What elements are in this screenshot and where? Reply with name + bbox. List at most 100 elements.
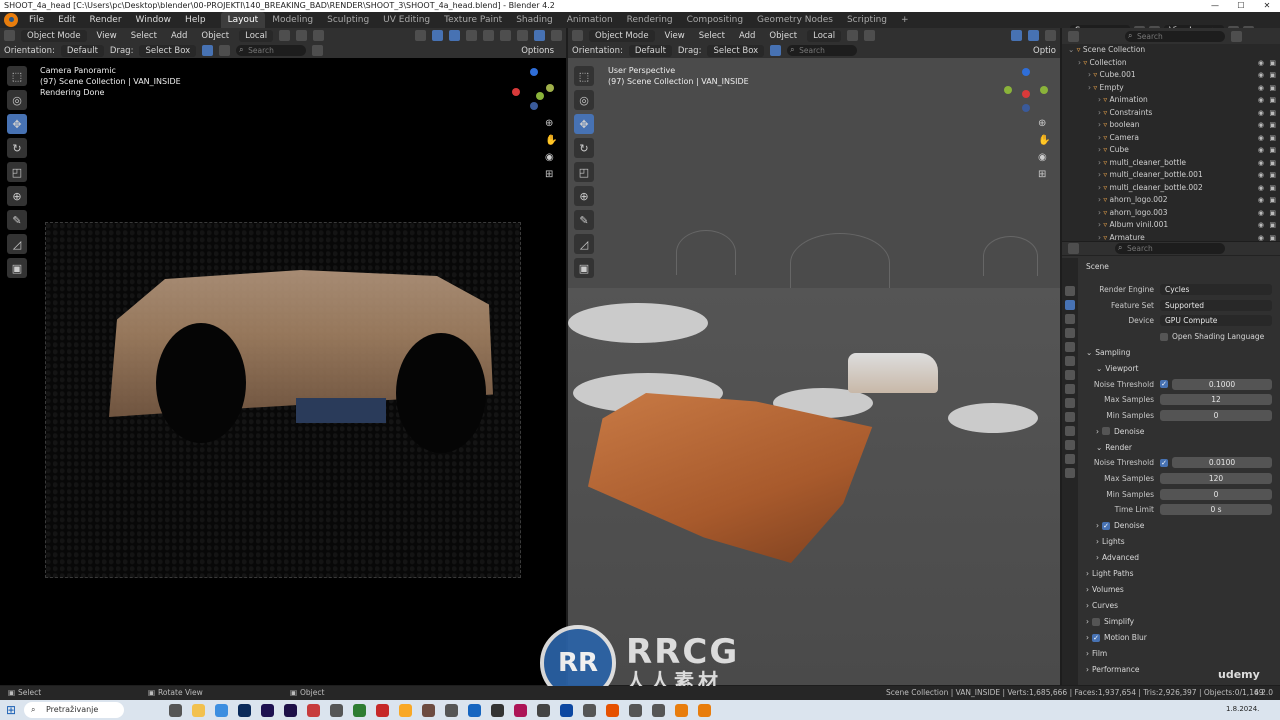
taskbar-app-13-icon[interactable] — [445, 703, 458, 717]
left-add-menu[interactable]: Add — [167, 31, 191, 41]
outliner-item[interactable]: ⌄ ▿ Scene Collection — [1062, 44, 1280, 57]
lights-subsection[interactable]: › Lights — [1080, 534, 1280, 550]
gizmo-x-icon[interactable] — [512, 88, 520, 96]
gizmo-z-icon[interactable] — [530, 68, 538, 76]
menu-file[interactable]: File — [22, 12, 51, 28]
r-min-samples-field[interactable]: 0 — [1160, 488, 1272, 500]
object-tab-icon[interactable] — [1065, 370, 1075, 380]
left-viewport-camera-render[interactable]: Camera Panoramic (97) Scene Collection |… — [0, 58, 566, 685]
material-tab-icon[interactable] — [1065, 454, 1075, 464]
right-mode-dropdown[interactable]: Object Mode — [589, 29, 655, 42]
right-select-mode-icon[interactable] — [770, 45, 782, 56]
curves-section[interactable]: › Curves — [1080, 598, 1280, 614]
maximize-icon[interactable]: ☐ — [1228, 0, 1254, 12]
outliner-item[interactable]: › ▿ Cube ◉ ▣ — [1062, 144, 1280, 157]
taskbar-app-9-icon[interactable] — [353, 703, 366, 717]
taskbar-app-8-icon[interactable] — [330, 703, 343, 717]
render-camera-icon[interactable]: ▣ — [1269, 94, 1276, 107]
select-mode-icon[interactable] — [202, 45, 214, 56]
data-tab-icon[interactable] — [1065, 440, 1075, 450]
left-view-menu[interactable]: View — [93, 31, 121, 41]
right-view-menu[interactable]: View — [661, 31, 689, 41]
menu-render[interactable]: Render — [83, 12, 129, 28]
annotate-tool-icon[interactable]: ✎ — [7, 210, 27, 230]
outliner-item[interactable]: › ▿ Album vinil.001 ◉ ▣ — [1062, 219, 1280, 232]
vp-noise-threshold-checkbox[interactable]: ✓ — [1160, 380, 1168, 389]
shading-material-icon[interactable] — [517, 30, 528, 41]
r-noise-threshold-field[interactable]: 0.0100 — [1172, 457, 1272, 469]
visibility-eye-icon[interactable]: ◉ — [1258, 132, 1264, 145]
render-subsection[interactable]: ⌄ Render — [1080, 439, 1280, 455]
tab-uv-editing[interactable]: UV Editing — [376, 12, 437, 28]
left-mode-dropdown[interactable]: Object Mode — [21, 29, 87, 42]
blender-taskbar-icon-2[interactable] — [698, 703, 711, 717]
outliner-item[interactable]: › ▿ ahorn_logo.003 ◉ ▣ — [1062, 207, 1280, 220]
right-drag-dropdown[interactable]: Select Box — [707, 44, 765, 57]
blender-logo-icon[interactable] — [4, 13, 18, 27]
sampling-section[interactable]: ⌄ Sampling — [1080, 344, 1280, 360]
render-camera-icon[interactable]: ▣ — [1269, 144, 1276, 157]
taskbar-search[interactable]: ⌕ Pretraživanje — [24, 702, 124, 718]
visibility-eye-icon[interactable]: ◉ — [1258, 144, 1264, 157]
render-engine-dropdown[interactable]: Cycles — [1160, 284, 1272, 296]
render-camera-icon[interactable]: ▣ — [1269, 219, 1276, 232]
camera-view-icon[interactable]: ◉ — [545, 152, 557, 163]
outliner-item[interactable]: › ▿ Animation ◉ ▣ — [1062, 94, 1280, 107]
device-dropdown[interactable]: GPU Compute — [1160, 315, 1272, 327]
visibility-eye-icon[interactable]: ◉ — [1258, 119, 1264, 132]
r-max-samples-field[interactable]: 120 — [1160, 473, 1272, 485]
taskbar-app-10-icon[interactable] — [376, 703, 389, 717]
right-annotate-tool-icon[interactable]: ✎ — [574, 210, 594, 230]
shading-wire-icon[interactable] — [483, 30, 494, 41]
render-camera-icon[interactable]: ▣ — [1269, 69, 1276, 82]
visibility-eye-icon[interactable]: ◉ — [1258, 207, 1264, 220]
right-options-button[interactable]: Optio — [1029, 46, 1060, 56]
particles-tab-icon[interactable] — [1065, 398, 1075, 408]
left-orientation-dropdown[interactable]: Default — [60, 44, 104, 57]
simplify-section[interactable]: › Simplify — [1080, 614, 1280, 630]
constraints-tab-icon[interactable] — [1065, 426, 1075, 436]
right-add-cube-tool-icon[interactable]: ▣ — [574, 258, 594, 278]
visibility-eye-icon[interactable]: ◉ — [1258, 94, 1264, 107]
shading-rendered-icon[interactable] — [534, 30, 545, 41]
tab-rendering[interactable]: Rendering — [620, 12, 680, 28]
proportional-edit-icon[interactable] — [313, 30, 325, 41]
zoom-icon[interactable]: ⊕ — [545, 118, 557, 129]
volumes-section[interactable]: › Volumes — [1080, 582, 1280, 598]
task-view-icon[interactable] — [169, 703, 182, 717]
right-navigation-gizmo[interactable] — [1002, 68, 1048, 112]
right-gizmo-z-neg-icon[interactable] — [1022, 104, 1030, 112]
gizmo-toggle-icon[interactable] — [432, 30, 443, 41]
tab-modeling[interactable]: Modeling — [265, 12, 320, 28]
right-camera-view-icon[interactable]: ◉ — [1038, 152, 1050, 163]
r-noise-threshold-checkbox[interactable]: ✓ — [1160, 458, 1168, 467]
transform-tool-icon[interactable]: ⊕ — [7, 186, 27, 206]
outliner-item[interactable]: › ▿ multi_cleaner_bottle.002 ◉ ▣ — [1062, 182, 1280, 195]
filter-icon[interactable] — [312, 45, 324, 56]
taskbar-app-15-icon[interactable] — [491, 703, 504, 717]
pause-render-icon[interactable] — [551, 30, 562, 41]
chrome-icon[interactable] — [215, 703, 228, 717]
outliner-item[interactable]: › ▿ boolean ◉ ▣ — [1062, 119, 1280, 132]
scene-tab-icon[interactable] — [1065, 342, 1075, 352]
outliner-filter-icon[interactable] — [1231, 30, 1242, 42]
motion-blur-section[interactable]: › ✓ Motion Blur — [1080, 630, 1280, 646]
right-select-box-tool-icon[interactable]: ⬚ — [574, 66, 594, 86]
select-extend-icon[interactable] — [219, 45, 231, 56]
expand-arrow-icon[interactable]: ⌄ — [1068, 45, 1077, 54]
vp-denoise-subsection[interactable]: › Denoise — [1080, 423, 1280, 439]
right-measure-tool-icon[interactable]: ◿ — [574, 234, 594, 254]
film-section[interactable]: › Film — [1080, 646, 1280, 662]
taskbar-app-18-icon[interactable] — [560, 703, 573, 717]
render-camera-icon[interactable]: ▣ — [1269, 119, 1276, 132]
gizmo-y-neg-icon[interactable] — [546, 84, 554, 92]
visibility-eye-icon[interactable]: ◉ — [1258, 57, 1264, 70]
right-select-menu[interactable]: Select — [695, 31, 729, 41]
feature-set-dropdown[interactable]: Supported — [1160, 299, 1272, 311]
taskbar-app-12-icon[interactable] — [422, 703, 435, 717]
modifier-tab-icon[interactable] — [1065, 384, 1075, 394]
opera-icon[interactable] — [307, 703, 320, 717]
left-options-button[interactable]: Options — [517, 46, 558, 56]
visibility-eye-icon[interactable]: ◉ — [1258, 107, 1264, 120]
right-add-menu[interactable]: Add — [735, 31, 759, 41]
